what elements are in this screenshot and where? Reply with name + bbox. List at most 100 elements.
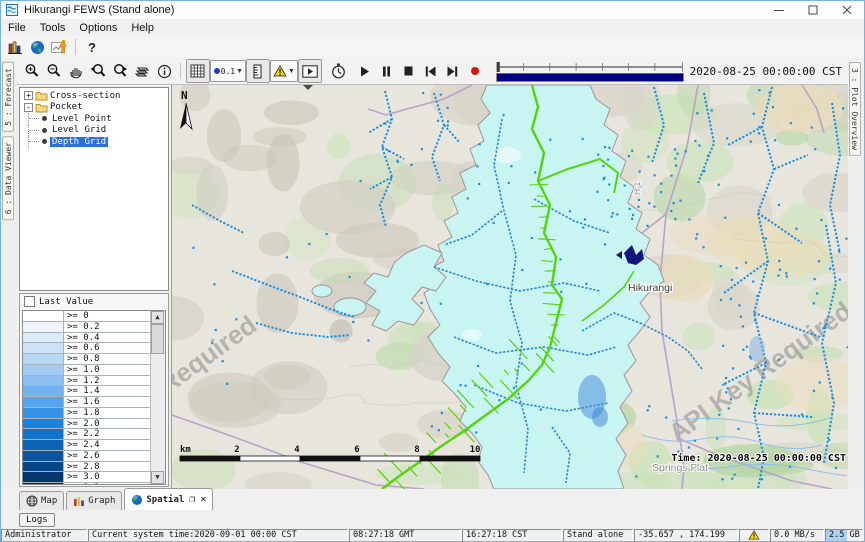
last-value-checkbox[interactable] bbox=[24, 296, 35, 307]
skip-start-button[interactable] bbox=[420, 60, 442, 82]
chevron-down-icon: ▼ bbox=[236, 68, 243, 75]
layer-bullet-icon bbox=[42, 116, 47, 121]
tab-data-viewer[interactable]: 6 : Data Viewer bbox=[2, 136, 14, 220]
play-icon bbox=[360, 66, 370, 77]
collapse-icon[interactable]: - bbox=[24, 103, 33, 112]
folder-icon bbox=[35, 90, 48, 101]
tab-plot-overview[interactable]: 3 : Plot Overview bbox=[849, 62, 861, 156]
tree-connector bbox=[28, 125, 42, 137]
zoom-next-button[interactable] bbox=[109, 60, 131, 82]
logs-button[interactable]: Logs bbox=[19, 513, 55, 527]
legend-swatch bbox=[23, 354, 64, 364]
legend-row: >= 1.4 bbox=[23, 386, 151, 397]
stop-button[interactable] bbox=[398, 60, 420, 82]
status-user: Administrator bbox=[1, 529, 87, 542]
help-button[interactable]: ? bbox=[81, 37, 103, 57]
map-display-button[interactable] bbox=[26, 37, 48, 57]
tab-restore-icon[interactable]: ❐ bbox=[189, 494, 195, 505]
legend-scrollbar[interactable]: ▲ ▼ bbox=[150, 311, 165, 484]
legend-swatch bbox=[23, 429, 64, 439]
tree-item-level-point[interactable]: Level Point bbox=[20, 113, 168, 125]
timeseries-button[interactable] bbox=[48, 37, 70, 57]
layers-button[interactable] bbox=[131, 60, 153, 82]
info-button[interactable] bbox=[153, 60, 175, 82]
legend-swatch bbox=[23, 419, 64, 429]
grid-display-button[interactable] bbox=[186, 59, 210, 83]
layers-panel: + Cross-section - Pocket Level P bbox=[17, 85, 171, 489]
tree-item-cross-section[interactable]: + Cross-section bbox=[20, 90, 168, 102]
tab-forecast[interactable]: 5 : Forecast bbox=[2, 62, 14, 132]
menu-options[interactable]: Options bbox=[72, 21, 124, 35]
tree-item-label-selected[interactable]: Depth Grid bbox=[50, 137, 108, 147]
legend-value-label: >= 1.0 bbox=[64, 365, 151, 375]
tree-item-level-grid[interactable]: Level Grid bbox=[20, 125, 168, 137]
map-canvas[interactable]: API Key Required API Key Required bbox=[172, 85, 848, 489]
legend-value-label: >= 0.2 bbox=[64, 322, 151, 332]
zoom-in-button[interactable] bbox=[21, 60, 43, 82]
classification-value: 0.1 bbox=[221, 67, 235, 76]
thresholds-dropdown[interactable]: ▼ bbox=[270, 60, 298, 82]
tree-item-label[interactable]: Pocket bbox=[48, 102, 85, 112]
animation-timer-button[interactable] bbox=[328, 60, 350, 82]
tree-item-label[interactable]: Level Grid bbox=[50, 125, 108, 135]
pan-button[interactable] bbox=[65, 60, 87, 82]
record-button[interactable] bbox=[464, 60, 486, 82]
svg-text:2: 2 bbox=[234, 445, 239, 455]
tree-item-depth-grid[interactable]: Depth Grid bbox=[20, 136, 168, 148]
zoom-out-icon bbox=[46, 63, 62, 79]
close-button[interactable] bbox=[830, 1, 864, 19]
scroll-down-icon[interactable]: ▼ bbox=[151, 471, 164, 484]
scroll-up-icon[interactable]: ▲ bbox=[151, 311, 164, 324]
tab-spatial[interactable]: Spatial ❐ ✕ bbox=[124, 488, 213, 510]
window-title: Hikurangi FEWS (Stand alone) bbox=[24, 4, 174, 16]
warning-icon bbox=[748, 530, 760, 540]
scroll-thumb[interactable] bbox=[151, 324, 164, 354]
legend-swatch bbox=[23, 397, 64, 407]
time-span-bar bbox=[496, 73, 684, 82]
tab-graph-label: Graph bbox=[88, 496, 115, 506]
legend-row: >= 0.2 bbox=[23, 322, 151, 333]
zoom-in-icon bbox=[24, 63, 40, 79]
animate-forecast-button[interactable] bbox=[298, 59, 322, 83]
time-slider-track[interactable] bbox=[496, 61, 684, 73]
skip-end-button[interactable] bbox=[442, 60, 464, 82]
folder-icon bbox=[35, 102, 48, 113]
legend-table: >= 0>= 0.2>= 0.4>= 0.6>= 0.8>= 1.0>= 1.2… bbox=[22, 310, 166, 485]
pause-icon bbox=[382, 66, 391, 77]
toolbar-separator bbox=[75, 39, 76, 55]
svg-text:6: 6 bbox=[354, 445, 359, 455]
tab-close-icon[interactable]: ✕ bbox=[200, 494, 206, 505]
zoom-previous-button[interactable] bbox=[87, 60, 109, 82]
classification-dropdown[interactable]: 0.1▼ bbox=[210, 60, 246, 82]
time-slider-handle[interactable] bbox=[497, 62, 500, 72]
legend-row: >= 2.2 bbox=[23, 429, 151, 440]
play-button[interactable] bbox=[354, 60, 376, 82]
time-slider[interactable] bbox=[496, 61, 684, 82]
tree-item-pocket[interactable]: - Pocket bbox=[20, 102, 168, 114]
chevron-down-icon: ▼ bbox=[288, 68, 295, 75]
data-display-button[interactable] bbox=[4, 37, 26, 57]
menu-file[interactable]: File bbox=[1, 21, 33, 35]
tree-item-label[interactable]: Cross-section bbox=[48, 91, 122, 101]
current-timestep: 2020-08-25 00:00:00 CST bbox=[690, 65, 842, 78]
globe-icon bbox=[30, 40, 45, 55]
minimize-button[interactable] bbox=[762, 1, 796, 19]
tab-graph[interactable]: Graph bbox=[66, 491, 122, 510]
right-tab-strip: 3 : Plot Overview bbox=[848, 58, 864, 489]
pause-button[interactable] bbox=[376, 60, 398, 82]
tree-item-label[interactable]: Level Point bbox=[50, 114, 114, 124]
app-icon bbox=[6, 4, 18, 16]
menu-tools[interactable]: Tools bbox=[33, 21, 73, 35]
maximize-button[interactable] bbox=[796, 1, 830, 19]
legend-value-label: >= 1.8 bbox=[64, 408, 151, 418]
app-window: Hikurangi FEWS (Stand alone) File Tools … bbox=[0, 0, 865, 542]
expand-icon[interactable]: + bbox=[24, 91, 33, 100]
menu-help[interactable]: Help bbox=[124, 21, 161, 35]
globe-wire-icon bbox=[26, 495, 38, 507]
map-view[interactable]: API Key Required API Key Required bbox=[171, 85, 848, 489]
zoom-out-button[interactable] bbox=[43, 60, 65, 82]
tab-map[interactable]: Map bbox=[19, 491, 64, 510]
legend-row: >= 2.0 bbox=[23, 419, 151, 430]
ruler-button[interactable] bbox=[246, 59, 270, 83]
status-warning[interactable] bbox=[739, 529, 769, 542]
